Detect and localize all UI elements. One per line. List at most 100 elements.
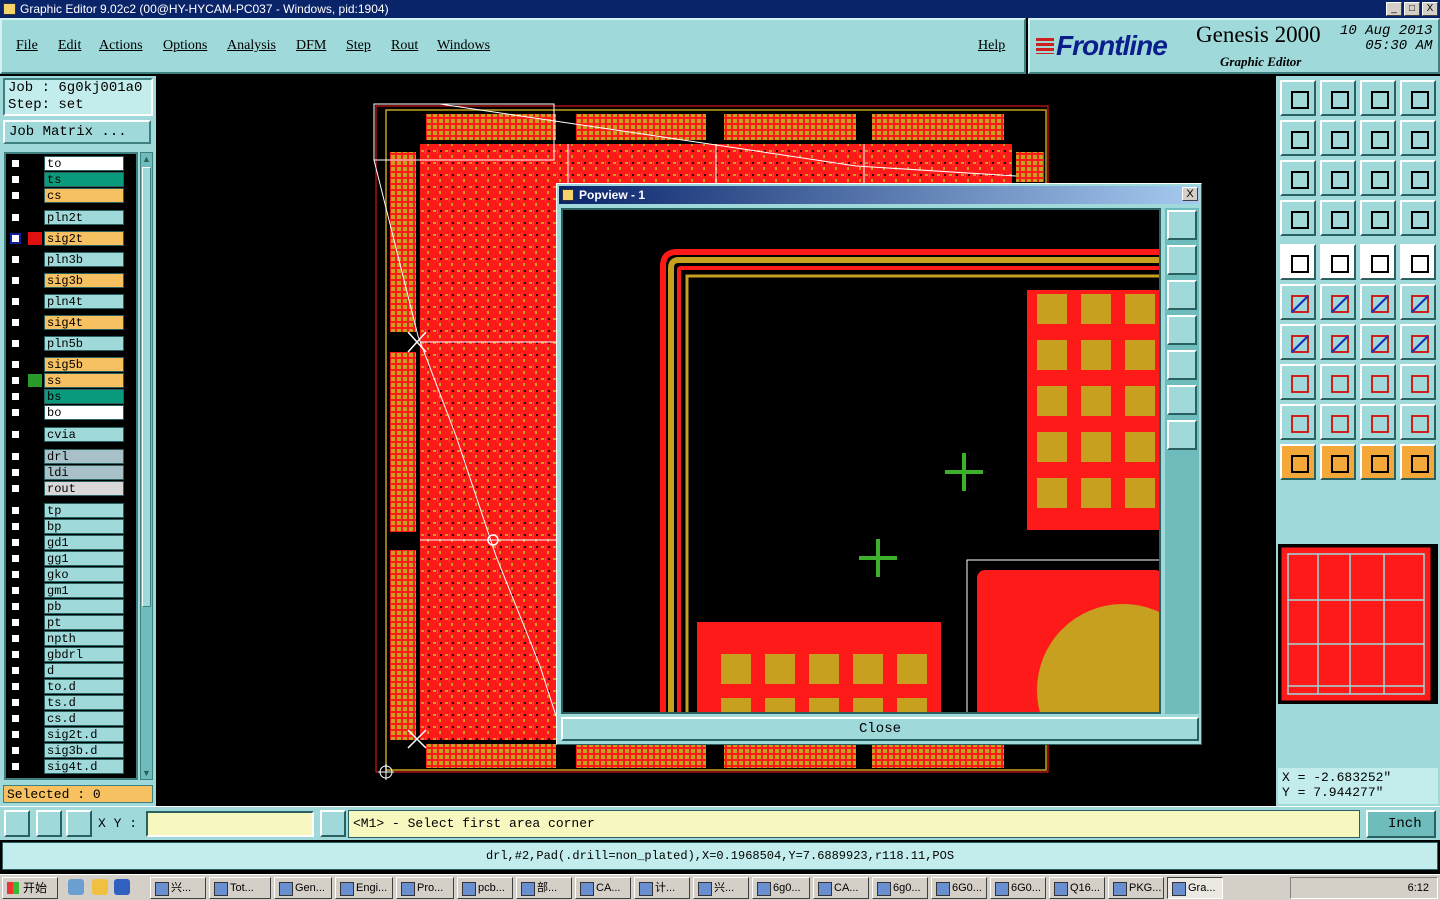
quicklaunch-browser-icon[interactable] — [114, 879, 130, 895]
select-arc-icon[interactable] — [1320, 244, 1356, 280]
layer-checkbox[interactable] — [10, 451, 21, 462]
layer-checkbox[interactable] — [10, 296, 21, 307]
layer-row-pln4t[interactable]: pln4t — [6, 294, 136, 309]
query-icon[interactable] — [1400, 160, 1436, 196]
layer-row-gbdrl[interactable]: gbdrl — [6, 647, 136, 662]
layer-name[interactable]: npth — [44, 631, 124, 646]
menu-options[interactable]: Options — [163, 38, 207, 54]
triangle-icon[interactable] — [1280, 404, 1316, 440]
layer-checkbox[interactable] — [10, 359, 21, 370]
layer-row-gko[interactable]: gko — [6, 567, 136, 582]
taskbar-app-button[interactable]: Engi... — [335, 877, 393, 899]
popview-pan-down-button[interactable] — [1167, 280, 1197, 310]
layer-name[interactable]: drl — [44, 449, 124, 464]
layer-checkbox[interactable] — [10, 633, 21, 644]
cross-icon[interactable] — [1320, 284, 1356, 320]
layer-name[interactable]: tp — [44, 503, 124, 518]
layer-name[interactable]: rout — [44, 481, 124, 496]
menu-step[interactable]: Step — [346, 38, 371, 54]
layer-row-pln3b[interactable]: pln3b — [6, 252, 136, 267]
layer-row-pln2t[interactable]: pln2t — [6, 210, 136, 225]
layer-checkbox[interactable] — [10, 254, 21, 265]
layer-checkbox[interactable] — [10, 190, 21, 201]
layer-name[interactable]: pln2t — [44, 210, 124, 225]
layer-row-bo[interactable]: bo — [6, 405, 136, 420]
taskbar-app-button[interactable]: 兴... — [150, 877, 206, 899]
pan-right-icon[interactable] — [1320, 120, 1356, 156]
layer-checkbox[interactable] — [10, 585, 21, 596]
layer-checkbox[interactable] — [10, 697, 21, 708]
menu-analysis[interactable]: Analysis — [227, 38, 276, 54]
layer-row-gm1[interactable]: gm1 — [6, 583, 136, 598]
outline-icon[interactable] — [1320, 404, 1356, 440]
menu-edit[interactable]: Edit — [58, 38, 81, 54]
circle-icon[interactable] — [1400, 244, 1436, 280]
layer-checkbox[interactable] — [10, 174, 21, 185]
popview-zoom-in-button[interactable] — [1167, 385, 1197, 415]
taskbar-app-button[interactable]: Gra... — [1167, 877, 1223, 899]
menu-rout[interactable]: Rout — [391, 38, 418, 54]
layer-checkbox[interactable] — [10, 761, 21, 772]
shape-icon[interactable] — [1400, 364, 1436, 400]
polygon-icon[interactable] — [1400, 404, 1436, 440]
resize-icon[interactable] — [1360, 364, 1396, 400]
layer-row-gg1[interactable]: gg1 — [6, 551, 136, 566]
layer-row-ldi[interactable]: ldi — [6, 465, 136, 480]
layer-checkbox[interactable] — [10, 665, 21, 676]
layer-name[interactable]: d — [44, 663, 124, 678]
zoom-home-icon[interactable] — [1280, 80, 1316, 116]
layer-name[interactable]: ldi — [44, 465, 124, 480]
layer-row-pb[interactable]: pb — [6, 599, 136, 614]
layer-row-rout[interactable]: rout — [6, 481, 136, 496]
layer-name[interactable]: sig4t — [44, 315, 124, 330]
layer-scrollbar[interactable]: ▲ ▼ — [140, 152, 153, 780]
layer-name[interactable]: bp — [44, 519, 124, 534]
taskbar-app-button[interactable]: 6G0... — [931, 877, 987, 899]
layer-row-cs[interactable]: cs — [6, 188, 136, 203]
layer-name[interactable]: sig4t.d — [44, 759, 124, 774]
layer-name[interactable]: cs.d — [44, 711, 124, 726]
popview-zoom-out-button[interactable] — [1167, 420, 1197, 450]
layer-name[interactable]: pln4t — [44, 294, 124, 309]
xy-input[interactable] — [146, 811, 314, 837]
zoomed-pcb-drawing[interactable] — [563, 210, 1159, 712]
popview-zoom-window-button[interactable] — [1167, 210, 1197, 240]
layer-row-ts[interactable]: ts — [6, 172, 136, 187]
layer-name[interactable]: gg1 — [44, 551, 124, 566]
scroll-down-icon[interactable]: ▼ — [141, 767, 152, 779]
menu-help[interactable]: Help — [978, 38, 1005, 54]
taskbar-app-button[interactable]: 6g0... — [872, 877, 928, 899]
taskbar-app-button[interactable]: Pro... — [396, 877, 454, 899]
layer-checkbox[interactable] — [10, 713, 21, 724]
quicklaunch-clock-icon[interactable] — [92, 879, 108, 895]
close-button[interactable]: X — [1422, 2, 1438, 16]
route-icon[interactable] — [1400, 444, 1436, 480]
text-icon[interactable] — [1360, 404, 1396, 440]
menu-actions[interactable]: Actions — [99, 38, 143, 54]
popview-titlebar[interactable]: Popview - 1 — [559, 186, 1199, 204]
layer-checkbox[interactable] — [10, 317, 21, 328]
layer-checkbox[interactable] — [10, 553, 21, 564]
job-matrix-button[interactable]: Job Matrix ... — [3, 120, 151, 144]
layer-checkbox[interactable] — [10, 569, 21, 580]
layer-row-sig2t-d[interactable]: sig2t.d — [6, 727, 136, 742]
layer-name[interactable]: pt — [44, 615, 124, 630]
layer-checkbox[interactable] — [10, 429, 21, 440]
layer-name[interactable]: to.d — [44, 679, 124, 694]
layer-row-sig3b-d[interactable]: sig3b.d — [6, 743, 136, 758]
pan-left-icon[interactable] — [1280, 120, 1316, 156]
layer-name[interactable]: sig3b — [44, 273, 124, 288]
line-angle-icon[interactable] — [1280, 324, 1316, 360]
maximize-button[interactable]: □ — [1404, 2, 1420, 16]
taskbar-app-button[interactable]: pcb... — [457, 877, 513, 899]
layer-checkbox[interactable] — [10, 391, 21, 402]
taskbar-app-button[interactable]: 6G0... — [990, 877, 1046, 899]
layer-row-sig4t[interactable]: sig4t — [6, 315, 136, 330]
angle-mode-button[interactable] — [36, 810, 62, 837]
popview-canvas[interactable] — [561, 208, 1161, 714]
layer-checkbox[interactable] — [10, 233, 21, 244]
split-view-icon[interactable] — [1400, 80, 1436, 116]
quicklaunch-desktop-icon[interactable] — [68, 879, 84, 895]
layer-checkbox[interactable] — [10, 158, 21, 169]
layer-checkbox[interactable] — [10, 467, 21, 478]
